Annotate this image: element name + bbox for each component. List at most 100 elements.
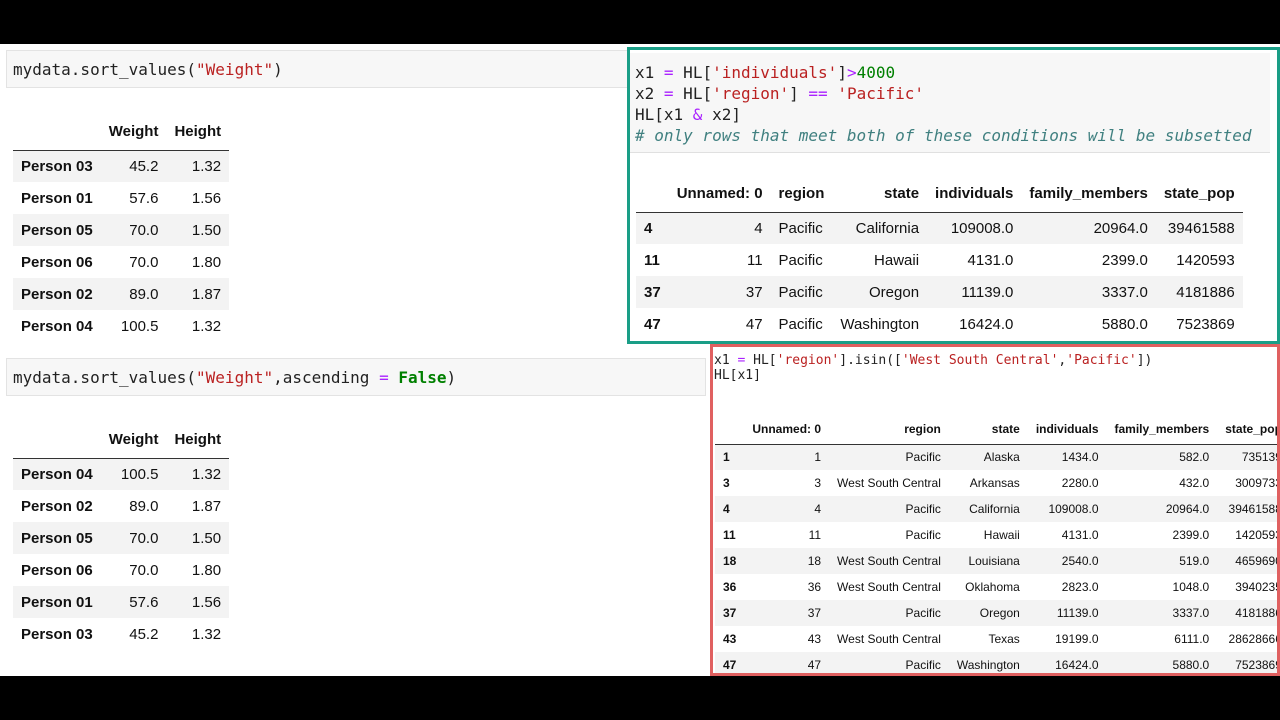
table-cell: 2399.0 xyxy=(1172,528,1210,542)
row-index: Person 02 xyxy=(21,285,93,303)
table-cell: Washington xyxy=(840,315,920,333)
table-cell: West South Central xyxy=(837,554,941,568)
column-header: region xyxy=(770,176,833,213)
table-row: Person 03 45.2 1.32 xyxy=(13,150,230,182)
boolean-and-filter-panel: x1 = HL['individuals']>4000 x2 = HL['regi… xyxy=(627,47,1280,344)
table-cell: 11139.0 xyxy=(1056,606,1099,620)
table-row: Person 05 70.0 1.50 xyxy=(13,522,230,554)
table-cell: 16424.0 xyxy=(959,315,1014,333)
table-cell: 4181886 xyxy=(1235,606,1280,620)
table-cell: 582.0 xyxy=(1179,450,1210,465)
column-header: state xyxy=(832,176,928,213)
table-cell: 1.32 xyxy=(191,625,222,643)
table-row: Person 06 70.0 1.80 xyxy=(13,554,229,586)
table-cell: 39461588 xyxy=(1228,502,1280,516)
table-cell: 4 xyxy=(814,502,822,516)
code-token: 'Pacific' xyxy=(837,84,925,103)
code-token: = xyxy=(663,63,674,82)
notebook-screenshot: mydata.sort_values("Weight") Weight Heigh… xyxy=(0,44,1280,676)
index-header xyxy=(636,176,669,213)
column-header: Weight xyxy=(100,114,167,151)
table-cell: Oklahoma xyxy=(965,580,1020,594)
table-cell: Pacific xyxy=(905,606,941,620)
code-token: > xyxy=(846,63,857,82)
table-cell: 3009733 xyxy=(1235,476,1280,490)
table-cell: Louisiana xyxy=(968,554,1020,568)
row-index: 37 xyxy=(723,606,737,620)
code-cell-sort-descending[interactable]: mydata.sort_values("Weight" ,ascending = … xyxy=(6,358,706,396)
table-cell: Pacific xyxy=(778,251,823,269)
row-index: Person 06 xyxy=(21,253,93,271)
table-cell: 45.2 xyxy=(129,625,159,643)
table-cell: 39461588 xyxy=(1167,219,1235,237)
column-header: state_pop xyxy=(1155,176,1243,213)
table-cell: 109008.0 xyxy=(1048,502,1099,516)
code-token: ) xyxy=(446,367,457,387)
table-row: 37 37 Pacific Oregon 11139.0 3337.0 4181886 xyxy=(636,276,1243,308)
column-header: Weight xyxy=(100,422,167,459)
table-cell: Pacific xyxy=(778,315,823,333)
code-cell-sort-ascending[interactable]: mydata.sort_values("Weight") xyxy=(6,50,706,88)
dataframe-output-and-filter: Unnamed: 0 region state individuals family_m… xyxy=(636,176,1243,340)
table-cell: 109008.0 xyxy=(950,219,1014,237)
table-row: Person 01 57.6 1.56 xyxy=(13,182,229,214)
code-token: mydata.sort_values( xyxy=(13,367,197,387)
table-cell: 1.32 xyxy=(191,465,222,483)
row-index: Person 06 xyxy=(21,561,93,579)
table-row: Person 03 45.2 1.32 xyxy=(13,618,229,650)
code-token: HL[ xyxy=(745,353,777,368)
row-index: 11 xyxy=(723,528,736,542)
table-cell: Pacific xyxy=(905,502,941,516)
table-cell: 11 xyxy=(746,251,763,269)
row-index: 4 xyxy=(723,502,730,516)
table-cell: 7523869 xyxy=(1235,658,1280,672)
table-cell: 1.56 xyxy=(191,593,222,611)
table-row: 11 11 Pacific Hawaii 4131.0 2399.0 1420593 xyxy=(636,244,1243,276)
table-cell: Washington xyxy=(956,658,1020,672)
table-cell: Pacific xyxy=(778,219,823,237)
table-row: Person 04 100.5 1.32 xyxy=(13,458,230,490)
code-token: HL[ xyxy=(673,63,713,82)
row-index: 1 xyxy=(723,450,730,465)
table-cell: 3337.0 xyxy=(1101,283,1148,301)
row-index: 43 xyxy=(723,632,737,646)
table-cell: 57.6 xyxy=(129,189,159,207)
table-cell: 1.56 xyxy=(191,189,222,207)
column-header: Height xyxy=(166,422,230,459)
table-cell: 5880.0 xyxy=(1172,658,1210,672)
table-cell: 36 xyxy=(807,580,822,594)
column-header: state xyxy=(948,414,1028,445)
code-token: 'region' xyxy=(712,84,790,103)
table-cell: 47 xyxy=(745,315,763,333)
table-cell: 5880.0 xyxy=(1101,315,1148,333)
dataframe-output-isin-filter: Unnamed: 0 region state individuals family_m… xyxy=(715,414,1280,673)
index-header xyxy=(715,414,745,445)
table-cell: 19199.0 xyxy=(1055,632,1099,646)
table-row: Person 05 70.0 1.50 xyxy=(13,214,230,246)
table-cell: 4181886 xyxy=(1176,283,1235,301)
row-index: Person 04 xyxy=(21,317,93,335)
table-row: 3 3 West South Central Arkansas 2280.0 432.0 3… xyxy=(715,470,1280,496)
table-cell: 11 xyxy=(808,528,822,542)
table-cell: 1.50 xyxy=(191,221,222,239)
row-index: 36 xyxy=(723,580,737,594)
row-index: 47 xyxy=(644,315,661,333)
code-cell-and-filter[interactable]: x1 = HL['individuals']>4000 x2 = HL['regi… xyxy=(630,53,1270,153)
table-row: 47 47 Pacific Washington 16424.0 5880.0 752386… xyxy=(715,652,1280,673)
table-row: Person 01 57.6 1.56 xyxy=(13,586,230,618)
table-cell: 20964.0 xyxy=(1165,502,1210,516)
code-token: mydata.sort_values( xyxy=(13,59,197,79)
row-index: 11 xyxy=(644,251,660,269)
code-token: ] xyxy=(837,63,847,82)
table-cell: 7523869 xyxy=(1176,315,1235,333)
row-index: 37 xyxy=(644,283,661,301)
table-cell: 519.0 xyxy=(1179,554,1210,568)
code-cell-isin-filter[interactable]: x1 = HL['region'].isin(['West South Cent… xyxy=(713,350,1277,390)
table-cell: 18 xyxy=(807,554,822,568)
table-row: 11 11 Pacific Hawaii 4131.0 2399.0 1420593 xyxy=(715,522,1277,548)
table-cell: Oregon xyxy=(869,283,920,301)
column-header: Unnamed: 0 xyxy=(668,176,771,213)
row-index: Person 01 xyxy=(21,189,93,207)
